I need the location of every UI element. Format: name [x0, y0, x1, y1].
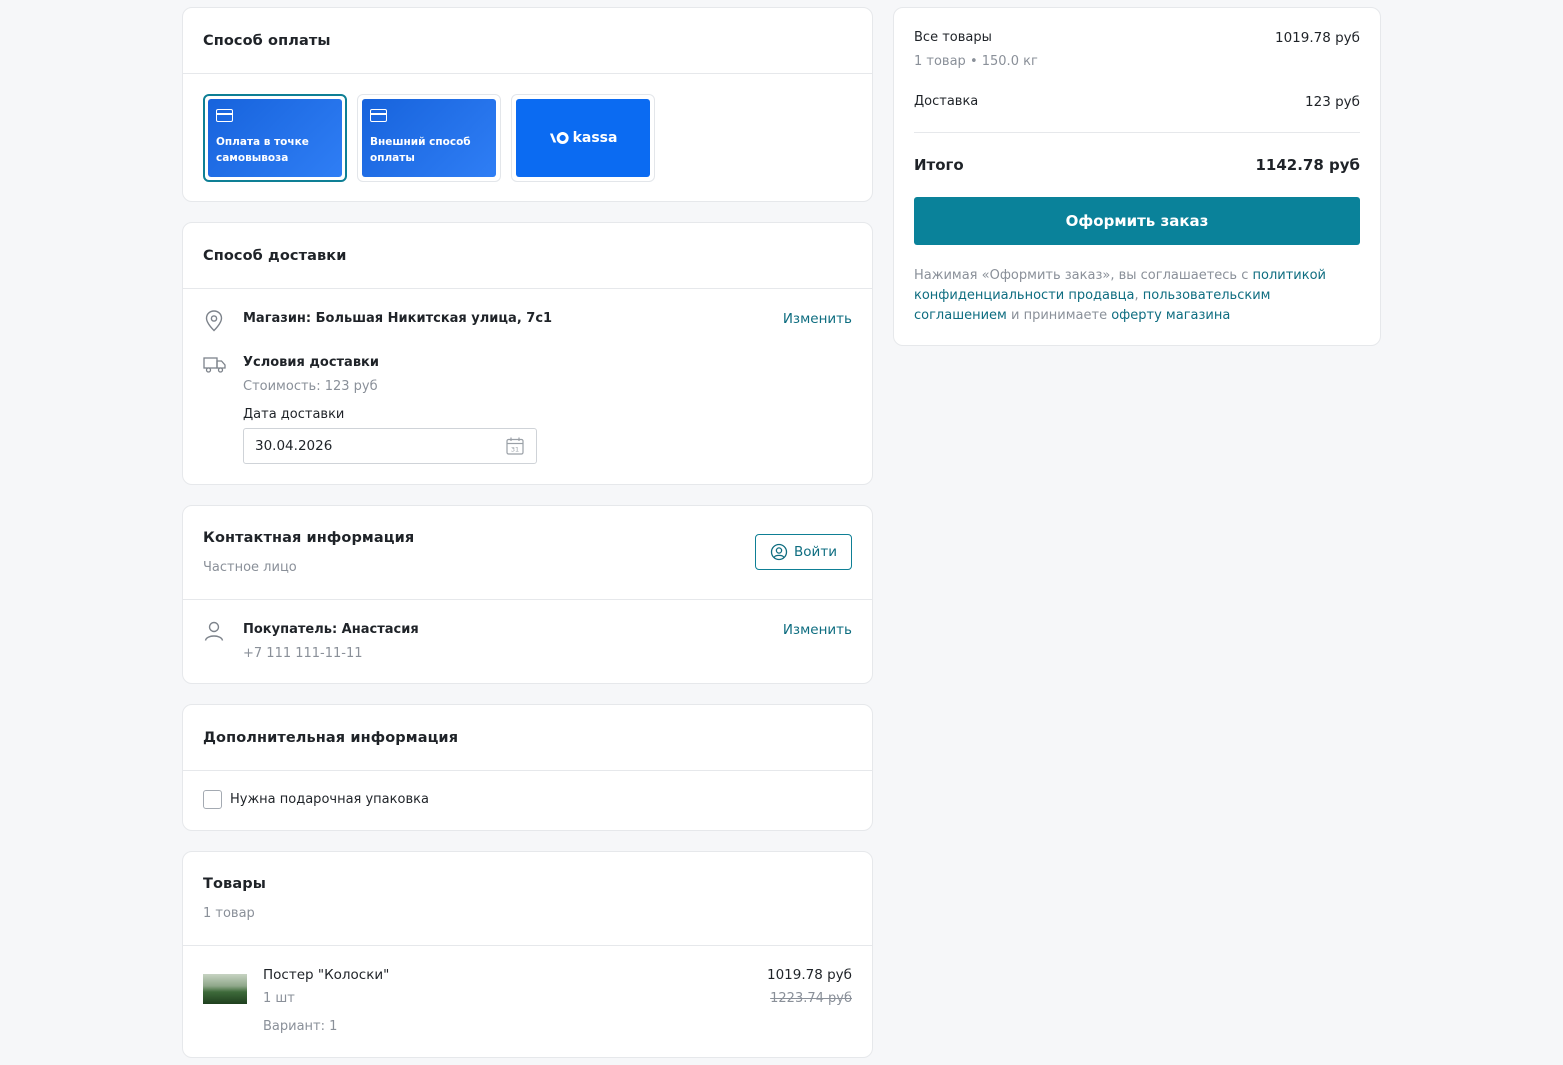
additional-info-header: Дополнительная информация — [183, 705, 872, 771]
buyer-phone: +7 111 111-11-11 — [243, 646, 363, 661]
gift-wrap-checkbox[interactable] — [203, 790, 222, 809]
change-delivery-link[interactable]: Изменить — [783, 311, 852, 327]
payment-options: Оплата в точке самовывоза Внешний способ… — [183, 74, 872, 202]
all-goods-value: 1019.78 руб — [1274, 30, 1360, 46]
payment-option-label: Внешний способ оплаты — [370, 136, 471, 164]
location-pin-icon — [205, 310, 223, 332]
all-goods-label: Все товары — [914, 30, 992, 45]
product-price: 1019.78 руб — [766, 967, 852, 983]
gift-wrap-option[interactable]: Нужна подарочная упаковка — [203, 790, 429, 809]
additional-info-card: Дополнительная информация Нужна подарочн… — [182, 704, 873, 831]
goods-card: Товары 1 товар Постер "Колоски" 1 шт Вар… — [182, 851, 873, 1058]
summary-delivery-row: Доставка 123 руб — [914, 94, 1360, 110]
summary-all-goods-row: Все товары 1019.78 руб — [914, 30, 1360, 46]
delivery-value: 123 руб — [1305, 94, 1360, 110]
delivery-cost: Стоимость: 123 руб — [243, 379, 378, 394]
delivery-store-address: Магазин: Большая Никитская улица, 7с1 — [243, 311, 553, 326]
credit-card-icon — [216, 109, 233, 122]
product-thumbnail — [203, 974, 247, 1004]
kassa-mark-icon — [549, 132, 569, 144]
summary-goods-meta-row: 1 товар • 150.0 кг — [914, 54, 1360, 69]
payment-option-label: Оплата в точке самовывоза — [216, 136, 309, 164]
payment-method-title: Способ оплаты — [203, 32, 331, 49]
calendar-icon[interactable]: 31 — [505, 436, 525, 456]
payment-option-kassa[interactable]: kassa — [511, 94, 655, 182]
delivery-label: Доставка — [914, 94, 979, 109]
goods-header: Товары 1 товар — [183, 852, 872, 946]
place-order-button[interactable]: Оформить заказ — [914, 197, 1360, 245]
terms-prefix: Нажимая «Оформить заказ», вы соглашаетес… — [914, 268, 1253, 283]
payment-method-card: Способ оплаты Оплата в точке самовывоза … — [182, 7, 873, 202]
payment-method-header: Способ оплаты — [183, 8, 872, 74]
product-qty: 1 шт — [263, 991, 295, 1006]
payment-option-external[interactable]: Внешний способ оплаты — [357, 94, 501, 182]
delivery-date-input[interactable]: 30.04.2026 31 — [243, 428, 537, 464]
delivery-date-value: 30.04.2026 — [255, 438, 333, 454]
total-value: 1142.78 руб — [1255, 156, 1360, 174]
delivery-method-header: Способ доставки — [183, 223, 872, 289]
delivery-date-label: Дата доставки — [243, 407, 345, 422]
terms-text: Нажимая «Оформить заказ», вы соглашаетес… — [914, 266, 1340, 326]
contact-type: Частное лицо — [203, 560, 297, 575]
delivery-method-card: Способ доставки Магазин: Большая Никитск… — [182, 222, 873, 485]
kassa-label: kassa — [572, 130, 618, 146]
login-button[interactable]: Войти — [755, 534, 852, 570]
summary-total-row: Итого 1142.78 руб — [914, 156, 1360, 174]
buyer-name: Покупатель: Анастасия — [243, 622, 419, 637]
product-name: Постер "Колоски" — [263, 967, 390, 983]
svg-text:31: 31 — [511, 446, 519, 454]
additional-info-title: Дополнительная информация — [203, 729, 459, 746]
total-label: Итого — [914, 156, 964, 174]
credit-card-icon — [370, 109, 387, 122]
kassa-logo: kassa — [549, 130, 618, 146]
product-variant: Вариант: 1 — [263, 1019, 338, 1034]
goods-meta: 1 товар • 150.0 кг — [914, 54, 1038, 69]
user-circle-icon — [770, 543, 788, 561]
delivery-method-title: Способ доставки — [203, 247, 347, 264]
delivery-conditions-title: Условия доставки — [243, 355, 379, 370]
goods-title: Товары — [203, 876, 266, 892]
delivery-truck-icon — [203, 357, 226, 373]
product-old-price: 1223.74 руб — [770, 991, 852, 1006]
contact-info-title: Контактная информация — [203, 530, 415, 546]
gift-wrap-label: Нужна подарочная упаковка — [230, 792, 429, 807]
change-contact-link[interactable]: Изменить — [783, 622, 852, 638]
terms-separator: , — [1134, 288, 1143, 303]
goods-count: 1 товар — [203, 906, 255, 921]
user-icon — [204, 621, 224, 641]
contact-info-card: Контактная информация Частное лицо Войти… — [182, 505, 873, 684]
contact-info-header: Контактная информация Частное лицо Войти — [183, 506, 872, 600]
terms-middle: и принимаете — [1006, 308, 1112, 323]
payment-option-pickup[interactable]: Оплата в точке самовывоза — [203, 94, 347, 182]
order-summary-card: Все товары 1019.78 руб 1 товар • 150.0 к… — [893, 7, 1381, 346]
store-offer-link[interactable]: оферту магазина — [1111, 308, 1230, 323]
summary-divider — [914, 132, 1360, 133]
login-label: Войти — [794, 544, 837, 560]
